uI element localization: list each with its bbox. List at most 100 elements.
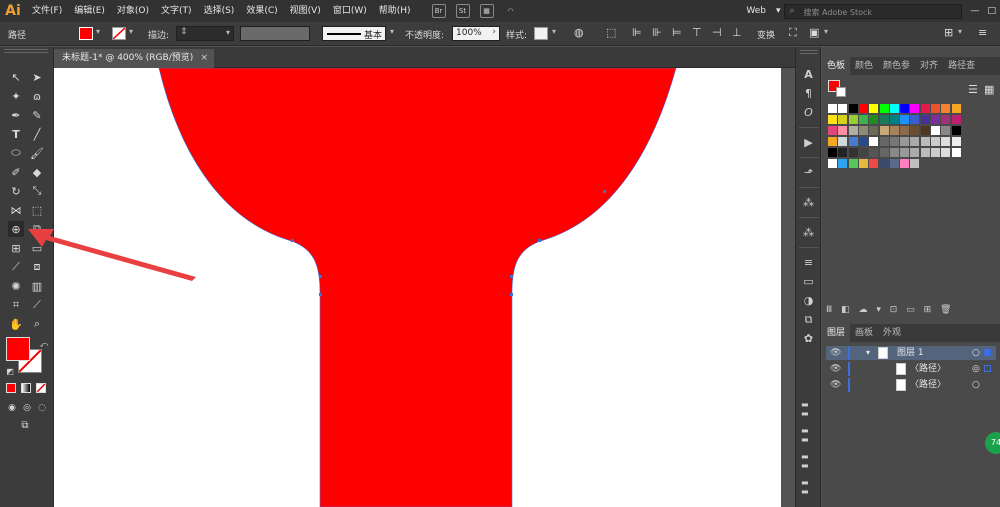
delete-swatch-icon[interactable]: 🗑 <box>940 305 951 315</box>
color-swatch[interactable] <box>828 126 837 135</box>
line-tool-icon[interactable]: ╱ <box>29 126 45 142</box>
pen-tool-icon[interactable]: ✒ <box>8 107 24 123</box>
thumbnail-view-icon[interactable]: ▦ <box>984 83 994 96</box>
color-swatch[interactable] <box>828 137 837 146</box>
swatch-options-icon[interactable]: ⊡ <box>890 305 898 315</box>
align-middle-icon[interactable]: ⊣ <box>712 26 722 39</box>
gradient-mode-button[interactable] <box>21 383 31 393</box>
align-top-icon[interactable]: ⊤ <box>692 26 702 39</box>
symbols-panel-icon[interactable]: ⁂ <box>801 195 816 210</box>
color-swatch[interactable] <box>900 126 910 135</box>
color-swatch[interactable] <box>889 126 899 135</box>
color-swatch[interactable] <box>869 148 879 157</box>
stock-button[interactable]: St <box>455 4 470 18</box>
new-color-group-icon[interactable]: ▭ <box>906 305 915 315</box>
color-swatch[interactable] <box>889 137 899 146</box>
column-graph-tool-icon[interactable]: ▥ <box>29 278 45 294</box>
visibility-eye-icon[interactable]: 👁 <box>830 378 841 392</box>
color-swatch[interactable] <box>951 115 961 124</box>
magic-wand-tool-icon[interactable]: ✦ <box>8 88 24 104</box>
color-swatch[interactable] <box>858 115 868 124</box>
layer-name[interactable]: 图层 1 <box>897 346 924 360</box>
free-transform-tool-icon[interactable]: ⬚ <box>29 202 45 218</box>
recolor-artwork-icon[interactable]: ◍ <box>574 26 584 39</box>
mesh-tool-icon[interactable]: ⊞ <box>8 240 24 256</box>
list-view-icon[interactable]: ☰ <box>968 83 978 96</box>
brush-definition-select[interactable]: 基本 <box>322 26 386 41</box>
style-chevron-down-icon[interactable]: ▾ <box>552 27 556 36</box>
color-swatch[interactable] <box>879 159 889 168</box>
show-swatch-kinds-icon[interactable]: ▾ <box>876 305 881 315</box>
tab-pathfinder[interactable]: 路径查 <box>943 57 980 75</box>
collapsed-panel-icon[interactable]: ▬ ▬ <box>801 478 816 496</box>
transform-button[interactable]: 变换 <box>757 28 775 41</box>
color-swatch[interactable] <box>848 104 858 113</box>
anchor-point[interactable] <box>510 293 513 296</box>
none-mode-button[interactable] <box>36 383 46 393</box>
color-swatch[interactable] <box>920 148 930 157</box>
menu-edit[interactable]: 编辑(E) <box>68 0 111 22</box>
stroke-weight-chevron-down-icon[interactable]: ▾ <box>226 28 230 37</box>
color-swatch[interactable] <box>910 115 920 124</box>
color-swatch[interactable] <box>931 104 940 113</box>
color-swatch[interactable] <box>858 104 868 113</box>
actions-panel-icon[interactable]: ▶ <box>801 135 816 150</box>
brushes-panel-icon[interactable]: ⁂ <box>801 225 816 240</box>
rotate-tool-icon[interactable]: ↻ <box>8 183 24 199</box>
strip-grip[interactable] <box>800 50 818 54</box>
minimize-window-icon[interactable]: — <box>966 0 983 22</box>
lasso-tool-icon[interactable]: ɷ <box>29 88 45 104</box>
color-swatch[interactable] <box>869 159 879 168</box>
width-tool-icon[interactable]: ⋈ <box>8 202 24 218</box>
appearance-panel-icon[interactable]: ✿ <box>801 331 816 346</box>
color-swatch[interactable] <box>910 148 920 157</box>
visibility-eye-icon[interactable]: 👁 <box>830 346 841 360</box>
fill-swatch-front[interactable] <box>6 337 30 361</box>
color-swatch[interactable] <box>910 104 920 113</box>
menu-help[interactable]: 帮助(H) <box>373 0 417 22</box>
swatch-stroke-indicator[interactable] <box>836 87 846 97</box>
path-name[interactable]: 〈路径〉 <box>910 378 946 392</box>
color-swatch[interactable] <box>889 159 899 168</box>
color-swatch[interactable] <box>848 148 858 157</box>
ellipse-tool-icon[interactable]: ⬭ <box>8 145 24 161</box>
control-menu-icon[interactable]: ≡ <box>978 26 987 39</box>
variable-width-profile[interactable] <box>240 26 310 41</box>
collapsed-panel-icon[interactable]: ▬ ▬ <box>801 400 816 418</box>
color-swatch[interactable] <box>900 115 910 124</box>
color-swatch[interactable] <box>869 126 879 135</box>
stroke-weight-field[interactable]: ⇕ ▾ <box>176 26 234 41</box>
color-swatch[interactable] <box>838 137 848 146</box>
menu-window[interactable]: 窗口(W) <box>327 0 373 22</box>
zoom-tool-icon[interactable]: ⌕ <box>29 316 45 332</box>
color-swatch[interactable] <box>879 104 889 113</box>
paintbrush-tool-icon[interactable]: 🖌 <box>29 145 45 161</box>
target-circle-icon[interactable]: ○ <box>972 378 980 392</box>
transparency-panel-icon[interactable]: ◑ <box>801 293 816 308</box>
slice-tool-icon[interactable]: ⟋ <box>29 297 45 313</box>
color-swatch[interactable] <box>931 137 940 146</box>
tab-layers[interactable]: 图层 <box>822 324 851 342</box>
tab-align[interactable]: 对齐 <box>915 57 943 75</box>
color-swatch[interactable] <box>858 126 868 135</box>
color-swatch[interactable] <box>858 148 868 157</box>
layer-row[interactable]: 👁 〈路径〉 ○ <box>826 378 996 392</box>
graphic-style-swatch[interactable] <box>534 27 548 40</box>
stepper-icon[interactable]: ⇕ <box>180 27 188 37</box>
color-swatch[interactable] <box>910 159 920 168</box>
gpu-performance-icon[interactable]: ◠ <box>504 4 518 18</box>
opacity-input[interactable]: 100% › <box>452 26 500 41</box>
artboard-canvas[interactable] <box>54 68 781 507</box>
color-swatch[interactable] <box>838 104 848 113</box>
color-swatch[interactable] <box>900 148 910 157</box>
toolbar-grip[interactable] <box>4 49 48 53</box>
default-fill-stroke-icon[interactable]: ◩ <box>2 363 18 379</box>
eraser-tool-icon[interactable]: ◆ <box>29 164 45 180</box>
cloud-library-icon[interactable]: ☁ <box>858 305 867 315</box>
draw-inside-icon[interactable]: ◌ <box>34 400 50 416</box>
color-swatch[interactable] <box>941 115 951 124</box>
menu-effect[interactable]: 效果(C) <box>240 0 283 22</box>
isolate-icon[interactable]: ⛶ <box>789 26 797 40</box>
blend-tool-icon[interactable]: ⧈ <box>29 259 45 275</box>
color-swatch[interactable] <box>848 137 858 146</box>
